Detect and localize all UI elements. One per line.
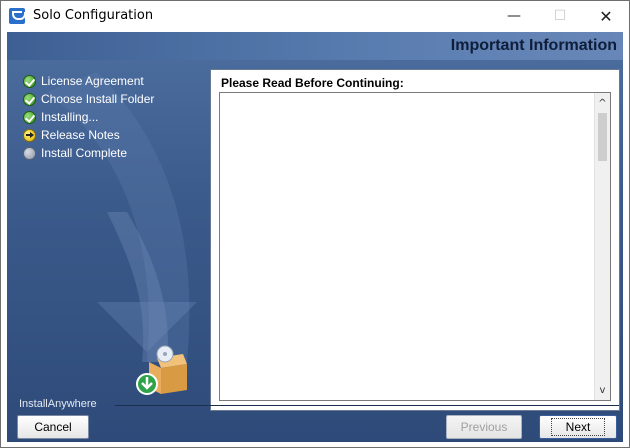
maximize-button[interactable]: ☐ bbox=[537, 1, 583, 31]
install-box-icon bbox=[136, 345, 187, 395]
step-license-agreement: License Agreement bbox=[23, 72, 154, 90]
step-installing: Installing... bbox=[23, 108, 154, 126]
next-button-label: Next bbox=[550, 418, 606, 436]
scroll-thumb[interactable] bbox=[598, 113, 607, 161]
arrow-right-icon bbox=[23, 128, 36, 142]
vertical-scrollbar[interactable]: ^ v bbox=[594, 93, 610, 400]
installer-window: Solo Configuration — ☐ ✕ Important Infor… bbox=[0, 0, 630, 448]
check-icon bbox=[23, 92, 36, 106]
app-icon bbox=[9, 8, 26, 24]
next-button[interactable]: Next bbox=[539, 415, 617, 439]
step-list: License Agreement Choose Install Folder … bbox=[23, 72, 154, 162]
step-label: License Agreement bbox=[41, 74, 144, 88]
page-title: Important Information bbox=[450, 37, 617, 54]
cancel-button[interactable]: Cancel bbox=[17, 415, 89, 439]
scroll-up-icon[interactable]: ^ bbox=[595, 95, 610, 111]
header-strip: Important Information bbox=[7, 32, 623, 60]
step-label: Installing... bbox=[41, 110, 99, 124]
window-title: Solo Configuration bbox=[33, 8, 154, 23]
panel-heading: Please Read Before Continuing: bbox=[221, 76, 404, 90]
previous-button[interactable]: Previous bbox=[446, 415, 522, 439]
minimize-button[interactable]: — bbox=[491, 1, 537, 31]
step-label: Release Notes bbox=[41, 128, 120, 142]
close-button[interactable]: ✕ bbox=[583, 1, 629, 31]
step-choose-install-folder: Choose Install Folder bbox=[23, 90, 154, 108]
installer-body: Important Information License Agreement … bbox=[7, 32, 623, 442]
release-notes-text-area[interactable]: ^ v bbox=[219, 92, 611, 401]
installanywhere-brand: InstallAnywhere bbox=[19, 398, 97, 410]
step-install-complete: Install Complete bbox=[23, 144, 154, 162]
scroll-down-icon[interactable]: v bbox=[595, 382, 610, 398]
check-icon bbox=[23, 110, 36, 124]
step-release-notes: Release Notes bbox=[23, 126, 154, 144]
title-bar[interactable]: Solo Configuration — ☐ ✕ bbox=[1, 1, 629, 31]
footer-divider bbox=[115, 405, 619, 406]
step-label: Choose Install Folder bbox=[41, 92, 155, 106]
step-label: Install Complete bbox=[41, 146, 128, 160]
pending-circle-icon bbox=[23, 146, 36, 160]
release-notes-panel: Please Read Before Continuing: ^ v bbox=[210, 69, 620, 411]
check-icon bbox=[23, 74, 36, 88]
